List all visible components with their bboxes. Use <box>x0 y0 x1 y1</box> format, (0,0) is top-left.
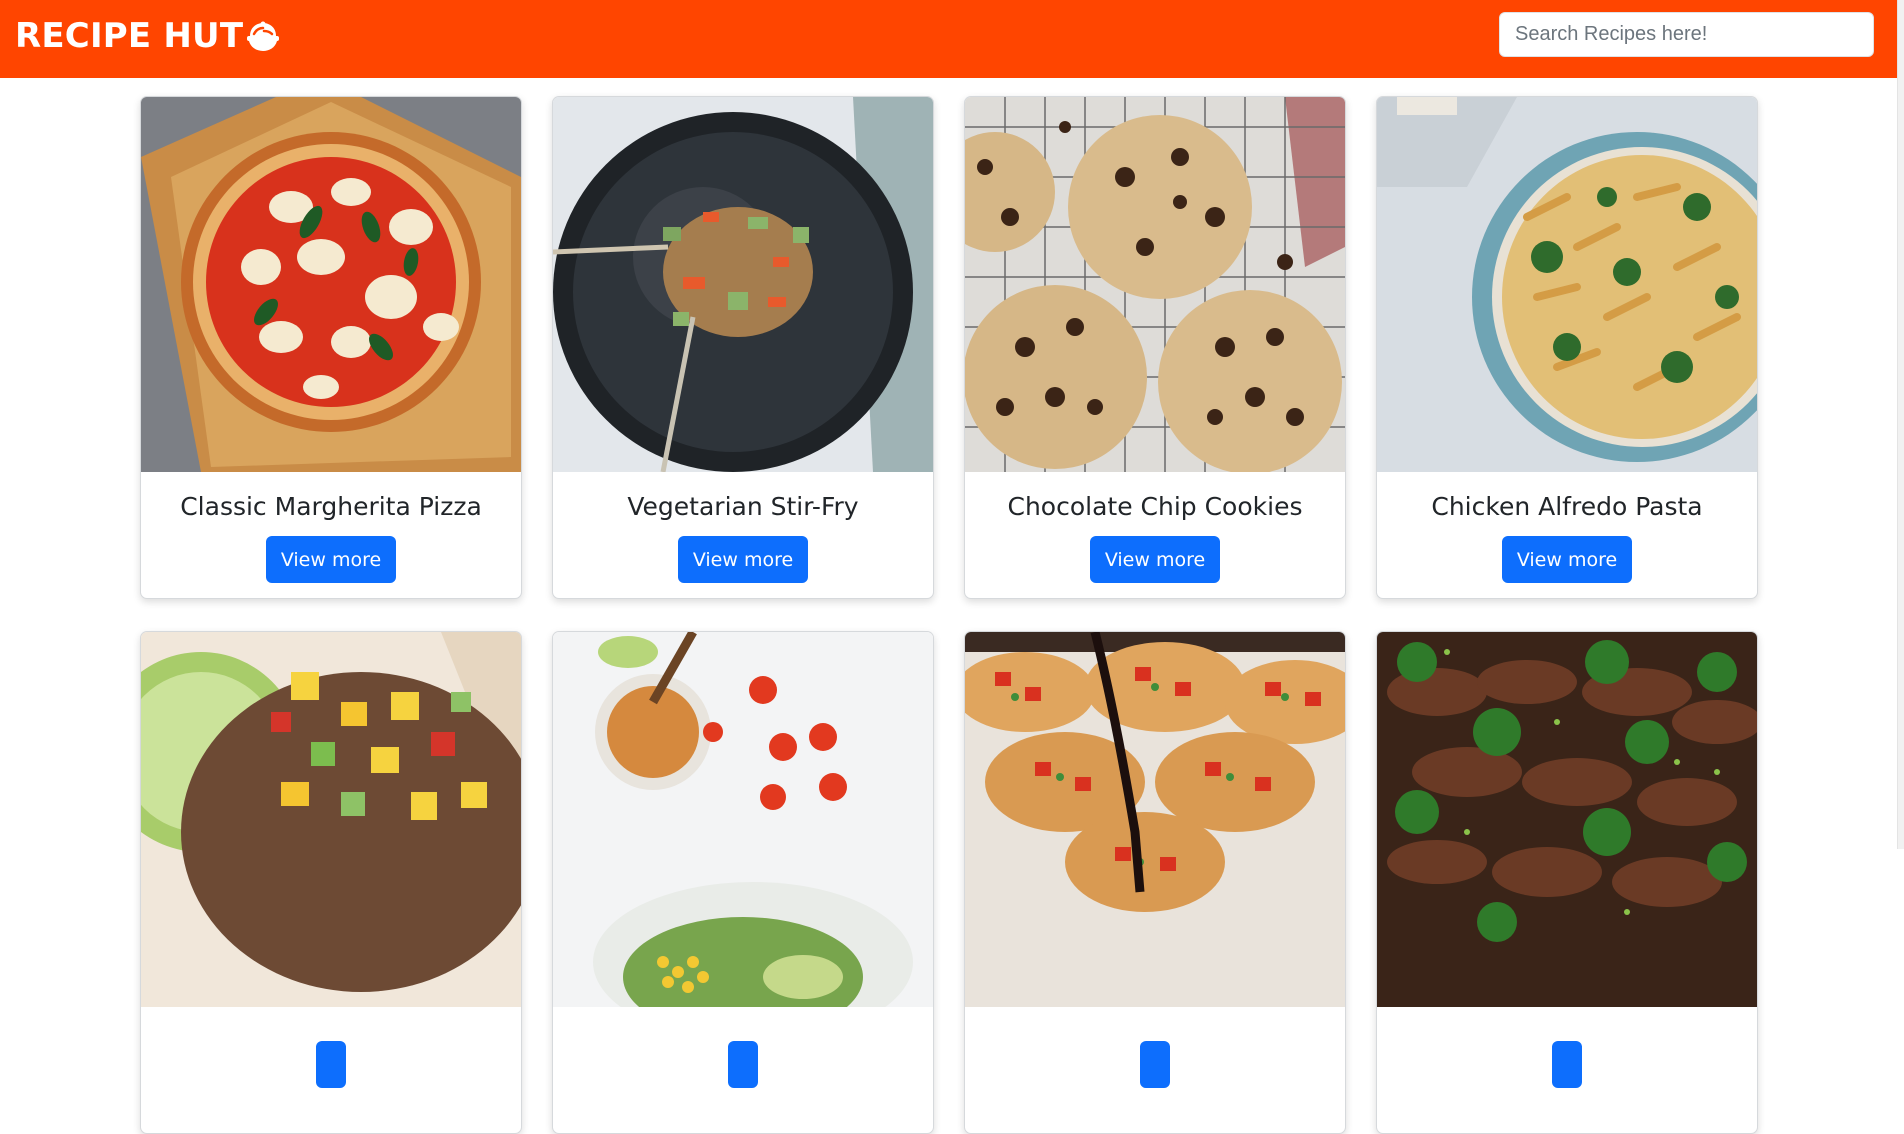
card-body <box>965 1007 1345 1133</box>
view-more-button[interactable] <box>728 1041 758 1088</box>
beef-broccoli-photo <box>1377 632 1757 1007</box>
recipe-title: Vegetarian Stir-Fry <box>627 492 859 521</box>
search-input[interactable] <box>1499 12 1874 57</box>
scrollbar[interactable] <box>1897 0 1904 849</box>
recipe-card: Classic Margherita Pizza View more <box>140 96 522 599</box>
view-more-button[interactable]: View more <box>1501 536 1633 583</box>
card-body <box>1377 1007 1757 1133</box>
card-body <box>553 1007 933 1133</box>
pizza-photo <box>141 97 521 472</box>
view-more-button[interactable]: View more <box>677 536 809 583</box>
mango-salsa-photo <box>141 632 521 1007</box>
recipe-card <box>1376 631 1758 1134</box>
card-body: Classic Margherita Pizza View more <box>141 472 521 598</box>
card-body <box>141 1007 521 1133</box>
card-body: Chocolate Chip Cookies View more <box>965 472 1345 598</box>
view-more-button[interactable] <box>1552 1041 1582 1088</box>
recipe-title: Chicken Alfredo Pasta <box>1431 492 1703 521</box>
brand-logo[interactable]: RECIPE HUT <box>15 14 281 58</box>
view-more-button[interactable]: View more <box>1089 536 1221 583</box>
brand-name: RECIPE HUT <box>15 16 244 56</box>
salad-dressing-photo <box>553 632 933 1007</box>
recipe-card: Vegetarian Stir-Fry View more <box>552 96 934 599</box>
recipe-card <box>552 631 934 1134</box>
view-more-button[interactable] <box>316 1041 346 1088</box>
pasta-photo <box>1377 97 1757 472</box>
recipe-card <box>964 631 1346 1134</box>
bruschetta-photo <box>965 632 1345 1007</box>
cookies-photo <box>965 97 1345 472</box>
recipe-card: Chicken Alfredo Pasta View more <box>1376 96 1758 599</box>
bowl-icon <box>247 21 280 51</box>
recipe-grid: Classic Margherita Pizza View more Veget… <box>140 96 1760 1134</box>
recipe-card: Chocolate Chip Cookies View more <box>964 96 1346 599</box>
view-more-button[interactable] <box>1140 1041 1170 1088</box>
view-more-button[interactable]: View more <box>265 536 397 583</box>
navbar: RECIPE HUT <box>0 0 1904 78</box>
stir-fry-photo <box>553 97 933 472</box>
recipe-card <box>140 631 522 1134</box>
recipe-title: Chocolate Chip Cookies <box>1007 492 1303 521</box>
card-body: Vegetarian Stir-Fry View more <box>553 472 933 598</box>
card-body: Chicken Alfredo Pasta View more <box>1377 472 1757 598</box>
recipe-title: Classic Margherita Pizza <box>180 492 482 521</box>
